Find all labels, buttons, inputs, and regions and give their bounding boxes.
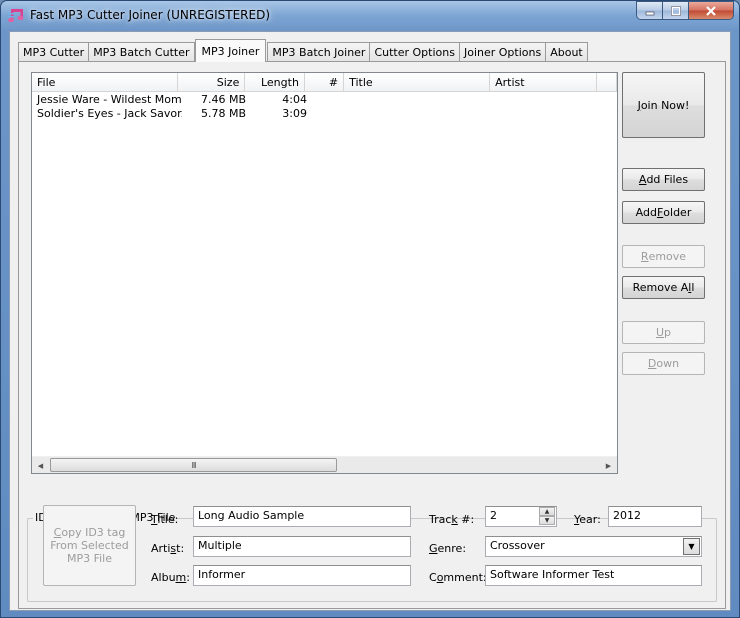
maximize-icon [670, 5, 681, 16]
scroll-left-button[interactable]: ◀ [32, 457, 49, 473]
column-header-file[interactable]: File [32, 73, 179, 92]
comment-label: Comment: [429, 571, 487, 584]
up-button[interactable]: Up [622, 321, 705, 344]
cell-title [352, 93, 502, 107]
table-row[interactable]: Jessie Ware - Wildest Mom... 7.46 MB 4:0… [32, 93, 617, 107]
client-area: MP3 Cutter MP3 Batch Cutter MP3 Joiner M… [9, 31, 731, 611]
copy-id3-label: Copy ID3 tag From Selected MP3 File [50, 526, 129, 565]
spin-up-icon[interactable]: ▲ [539, 507, 555, 516]
close-icon [706, 5, 716, 16]
tab-mp3-cutter[interactable]: MP3 Cutter [18, 42, 90, 62]
title-bar[interactable]: Fast MP3 Cutter Joiner (UNREGISTERED) [1, 1, 739, 31]
spin-down-icon[interactable]: ▼ [539, 516, 555, 525]
year-input[interactable]: 2012 [608, 506, 702, 527]
cell-file: Soldier's Eyes - Jack Savor... [37, 107, 182, 120]
column-header-track[interactable]: # [305, 73, 345, 92]
scrollbar-thumb[interactable]: III [50, 458, 337, 472]
remove-all-button[interactable]: Remove All [622, 276, 705, 299]
cell-length: 3:09 [282, 107, 307, 120]
tab-mp3-batch-cutter[interactable]: MP3 Batch Cutter [88, 42, 195, 62]
column-header-artist[interactable]: Artist [490, 73, 598, 92]
maximize-button[interactable] [663, 1, 689, 20]
cell-size: 5.78 MB [200, 107, 246, 120]
horizontal-scrollbar[interactable]: ◀ III ▶ [32, 456, 617, 473]
track-label: Track #: [429, 513, 475, 526]
music-note-icon [8, 9, 24, 23]
album-label: Album: [151, 571, 190, 584]
comment-input[interactable]: Software Informer Test [485, 565, 702, 586]
title-label: Title: [151, 513, 179, 526]
column-header-size[interactable]: Size [178, 73, 246, 92]
tab-about[interactable]: About [545, 42, 588, 62]
column-header-length[interactable]: Length [245, 73, 305, 92]
genre-select[interactable]: Crossover [485, 536, 702, 557]
cell-track [312, 107, 352, 121]
add-files-button[interactable]: Add Files [622, 168, 705, 191]
minimize-icon [645, 11, 654, 15]
remove-button[interactable]: Remove [622, 245, 705, 268]
cell-track [312, 93, 352, 107]
cell-artist [502, 93, 612, 107]
tab-joiner-options[interactable]: Joiner Options [458, 42, 547, 62]
tab-strip: MP3 Cutter MP3 Batch Cutter MP3 Joiner M… [18, 39, 588, 62]
column-header-extra[interactable] [597, 73, 617, 92]
cell-file: Jessie Ware - Wildest Mom... [37, 93, 182, 106]
column-header-title[interactable]: Title [344, 73, 491, 92]
track-spinner[interactable]: ▲ ▼ [539, 507, 555, 526]
window-title: Fast MP3 Cutter Joiner (UNREGISTERED) [30, 8, 271, 22]
arrow-right-icon: ▶ [605, 461, 612, 470]
file-list-body: Jessie Ware - Wildest Mom... 7.46 MB 4:0… [32, 93, 617, 121]
cell-artist [502, 107, 612, 121]
copy-id3-tag-button[interactable]: Copy ID3 tag From Selected MP3 File [43, 505, 136, 586]
tab-mp3-joiner[interactable]: MP3 Joiner [194, 39, 267, 62]
minimize-button[interactable] [636, 1, 663, 20]
add-folder-button[interactable]: Add Folder [622, 201, 705, 224]
cell-size: 7.46 MB [200, 93, 246, 106]
down-button[interactable]: Down [622, 352, 705, 375]
table-row[interactable]: Soldier's Eyes - Jack Savor... 5.78 MB 3… [32, 107, 617, 121]
cell-length: 4:04 [282, 93, 307, 106]
close-button[interactable] [689, 1, 734, 20]
file-list[interactable]: File Size Length # Title Artist Jessie W… [31, 72, 618, 474]
scroll-right-button[interactable]: ▶ [600, 457, 617, 473]
album-input[interactable]: Informer [193, 565, 411, 586]
file-list-header: File Size Length # Title Artist [32, 73, 617, 92]
genre-label: Genre: [429, 542, 467, 555]
grip-icon: III [191, 460, 196, 470]
join-now-button[interactable]: Join Now! [622, 72, 705, 138]
chevron-down-icon: ▼ [688, 542, 695, 551]
arrow-left-icon: ◀ [37, 461, 44, 470]
cell-title [352, 107, 502, 121]
tab-cutter-options[interactable]: Cutter Options [369, 42, 460, 62]
app-window: Fast MP3 Cutter Joiner (UNREGISTERED) MP… [0, 0, 740, 618]
tab-mp3-batch-joiner[interactable]: MP3 Batch Joiner [267, 42, 371, 62]
artist-input[interactable]: Multiple [193, 536, 411, 557]
artist-label: Artist: [151, 542, 185, 555]
year-label: Year: [574, 513, 601, 526]
genre-dropdown-button[interactable]: ▼ [683, 538, 700, 555]
title-input[interactable]: Long Audio Sample [193, 506, 411, 527]
